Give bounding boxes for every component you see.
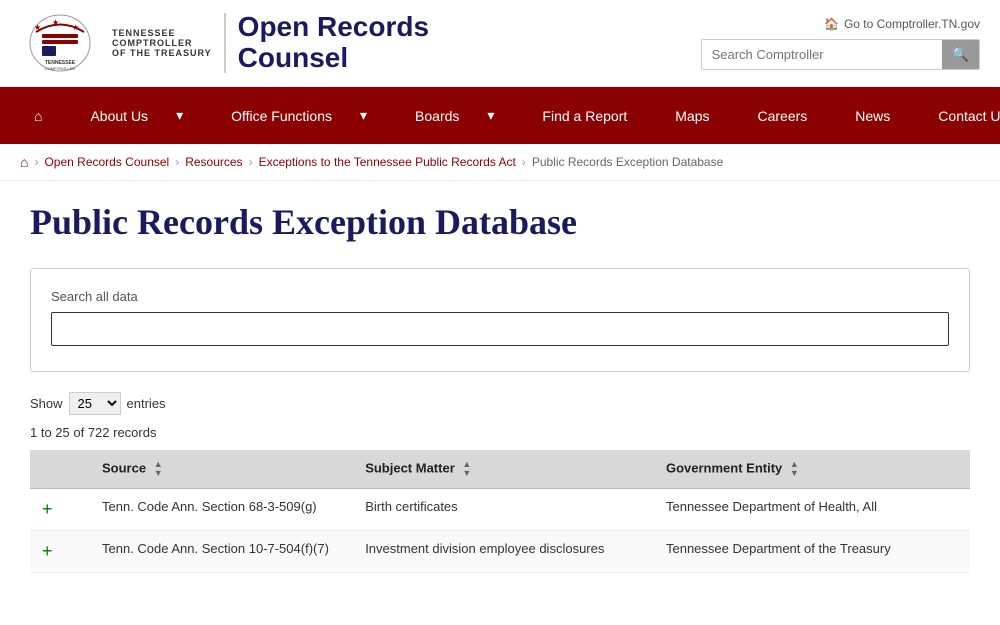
sort-arrows-entity: ▲▼ bbox=[790, 460, 799, 478]
home-nav-icon: ⌂ bbox=[22, 98, 54, 134]
col-government-entity[interactable]: Government Entity ▲▼ bbox=[654, 450, 970, 489]
breadcrumb-current: Public Records Exception Database bbox=[532, 155, 723, 169]
search-input[interactable] bbox=[702, 41, 942, 68]
nav-item-boards[interactable]: Boards ▾ bbox=[391, 87, 518, 144]
nav-label-contact-us: Contact Us bbox=[926, 98, 1000, 134]
goto-link-area[interactable]: 🏠 Go to Comptroller.TN.gov bbox=[824, 17, 980, 31]
expand-icon-2[interactable]: + bbox=[42, 541, 53, 561]
nav-bar: ⌂ About Us ▾ Office Functions ▾ Boards ▾… bbox=[0, 87, 1000, 144]
col-source[interactable]: Source ▲▼ bbox=[90, 450, 353, 489]
sort-arrows-source: ▲▼ bbox=[154, 460, 163, 478]
col-subject-matter[interactable]: Subject Matter ▲▼ bbox=[353, 450, 654, 489]
nav-label-boards: Boards bbox=[403, 98, 471, 134]
search-data-label: Search all data bbox=[51, 289, 949, 304]
source-cell-2: Tenn. Code Ann. Section 10-7-504(f)(7) bbox=[90, 531, 353, 573]
agency-line1: Tennessee bbox=[112, 28, 212, 38]
svg-text:★: ★ bbox=[34, 23, 41, 32]
show-label: Show bbox=[30, 396, 63, 411]
search-data-input[interactable] bbox=[51, 312, 949, 346]
nav-item-careers[interactable]: Careers bbox=[733, 88, 831, 144]
breadcrumb-open-records-counsel[interactable]: Open Records Counsel bbox=[44, 155, 169, 169]
breadcrumb-sep-4: › bbox=[522, 155, 526, 169]
logo-title-line2: Counsel bbox=[238, 43, 429, 74]
nav-item-contact-us[interactable]: Contact Us bbox=[914, 88, 1000, 144]
breadcrumb-sep-3: › bbox=[249, 155, 253, 169]
sort-arrows-subject: ▲▼ bbox=[462, 460, 471, 478]
search-data-box: Search all data bbox=[30, 268, 970, 372]
logo-text-small: Tennessee Comptroller of the Treasury bbox=[112, 28, 212, 58]
breadcrumb-exceptions[interactable]: Exceptions to the Tennessee Public Recor… bbox=[259, 155, 516, 169]
agency-line3: of the Treasury bbox=[112, 48, 212, 58]
logo-seal: ★ ★ ★ TENNESSEE COMPTROLLER bbox=[20, 8, 100, 78]
nav-item-find-report[interactable]: Find a Report bbox=[518, 88, 651, 144]
nav-item-maps[interactable]: Maps bbox=[651, 88, 733, 144]
table-body: + Tenn. Code Ann. Section 68-3-509(g) Bi… bbox=[30, 489, 970, 573]
header-search-box[interactable]: 🔍 bbox=[701, 39, 980, 70]
nav-label-office-functions: Office Functions bbox=[219, 98, 344, 134]
logo-area: ★ ★ ★ TENNESSEE COMPTROLLER Tennessee Co… bbox=[20, 8, 429, 78]
nav-home[interactable]: ⌂ bbox=[10, 88, 66, 144]
entity-cell-2: Tennessee Department of the Treasury bbox=[654, 531, 970, 573]
expand-cell-2[interactable]: + bbox=[30, 531, 90, 573]
home-icon-small: 🏠 bbox=[824, 17, 839, 31]
main-content: Public Records Exception Database Search… bbox=[0, 181, 1000, 593]
svg-text:★: ★ bbox=[72, 23, 79, 32]
nav-item-news[interactable]: News bbox=[831, 88, 914, 144]
breadcrumb-sep-2: › bbox=[175, 155, 179, 169]
logo-title-line1: Open Records bbox=[238, 12, 429, 43]
records-count: 1 to 25 of 722 records bbox=[30, 425, 970, 440]
entity-cell-1: Tennessee Department of Health, All bbox=[654, 489, 970, 531]
table-header: Source ▲▼ Subject Matter ▲▼ Government E… bbox=[30, 450, 970, 489]
entries-select[interactable]: 25 50 100 bbox=[69, 392, 121, 415]
goto-link[interactable]: Go to Comptroller.TN.gov bbox=[844, 17, 980, 31]
nav-item-about-us[interactable]: About Us ▾ bbox=[66, 87, 207, 144]
source-cell-1: Tenn. Code Ann. Section 68-3-509(g) bbox=[90, 489, 353, 531]
table-header-row: Source ▲▼ Subject Matter ▲▼ Government E… bbox=[30, 450, 970, 489]
tennessee-seal-icon: ★ ★ ★ TENNESSEE COMPTROLLER bbox=[24, 12, 96, 74]
nav-item-office-functions[interactable]: Office Functions ▾ bbox=[207, 87, 391, 144]
expand-cell-1[interactable]: + bbox=[30, 489, 90, 531]
breadcrumb: ⌂ › Open Records Counsel › Resources › E… bbox=[0, 144, 1000, 181]
breadcrumb-home-icon[interactable]: ⌂ bbox=[20, 154, 28, 170]
logo-divider bbox=[224, 13, 226, 73]
svg-text:COMPTROLLER: COMPTROLLER bbox=[45, 66, 76, 71]
expand-icon-1[interactable]: + bbox=[42, 499, 53, 519]
nav-label-find-report: Find a Report bbox=[530, 98, 639, 134]
data-table: Source ▲▼ Subject Matter ▲▼ Government E… bbox=[30, 450, 970, 573]
svg-text:★: ★ bbox=[52, 18, 59, 27]
chevron-down-icon: ▾ bbox=[348, 97, 379, 134]
chevron-down-icon: ▾ bbox=[475, 97, 506, 134]
table-row: + Tenn. Code Ann. Section 10-7-504(f)(7)… bbox=[30, 531, 970, 573]
nav-label-news: News bbox=[843, 98, 902, 134]
agency-line2: Comptroller bbox=[112, 38, 212, 48]
subject-cell-2: Investment division employee disclosures bbox=[353, 531, 654, 573]
breadcrumb-resources[interactable]: Resources bbox=[185, 155, 242, 169]
search-button[interactable]: 🔍 bbox=[942, 40, 979, 69]
entries-label: entries bbox=[127, 396, 166, 411]
nav-label-careers: Careers bbox=[745, 98, 819, 134]
breadcrumb-sep-1: › bbox=[34, 155, 38, 169]
show-entries-area: Show 25 50 100 entries bbox=[30, 392, 970, 415]
top-bar: ★ ★ ★ TENNESSEE COMPTROLLER Tennessee Co… bbox=[0, 0, 1000, 87]
page-title: Public Records Exception Database bbox=[30, 201, 970, 243]
logo-title: Open Records Counsel bbox=[238, 12, 429, 74]
col-expand bbox=[30, 450, 90, 489]
nav-label-maps: Maps bbox=[663, 98, 721, 134]
nav-label-about-us: About Us bbox=[78, 98, 160, 134]
subject-cell-1: Birth certificates bbox=[353, 489, 654, 531]
chevron-down-icon: ▾ bbox=[164, 97, 195, 134]
table-row: + Tenn. Code Ann. Section 68-3-509(g) Bi… bbox=[30, 489, 970, 531]
